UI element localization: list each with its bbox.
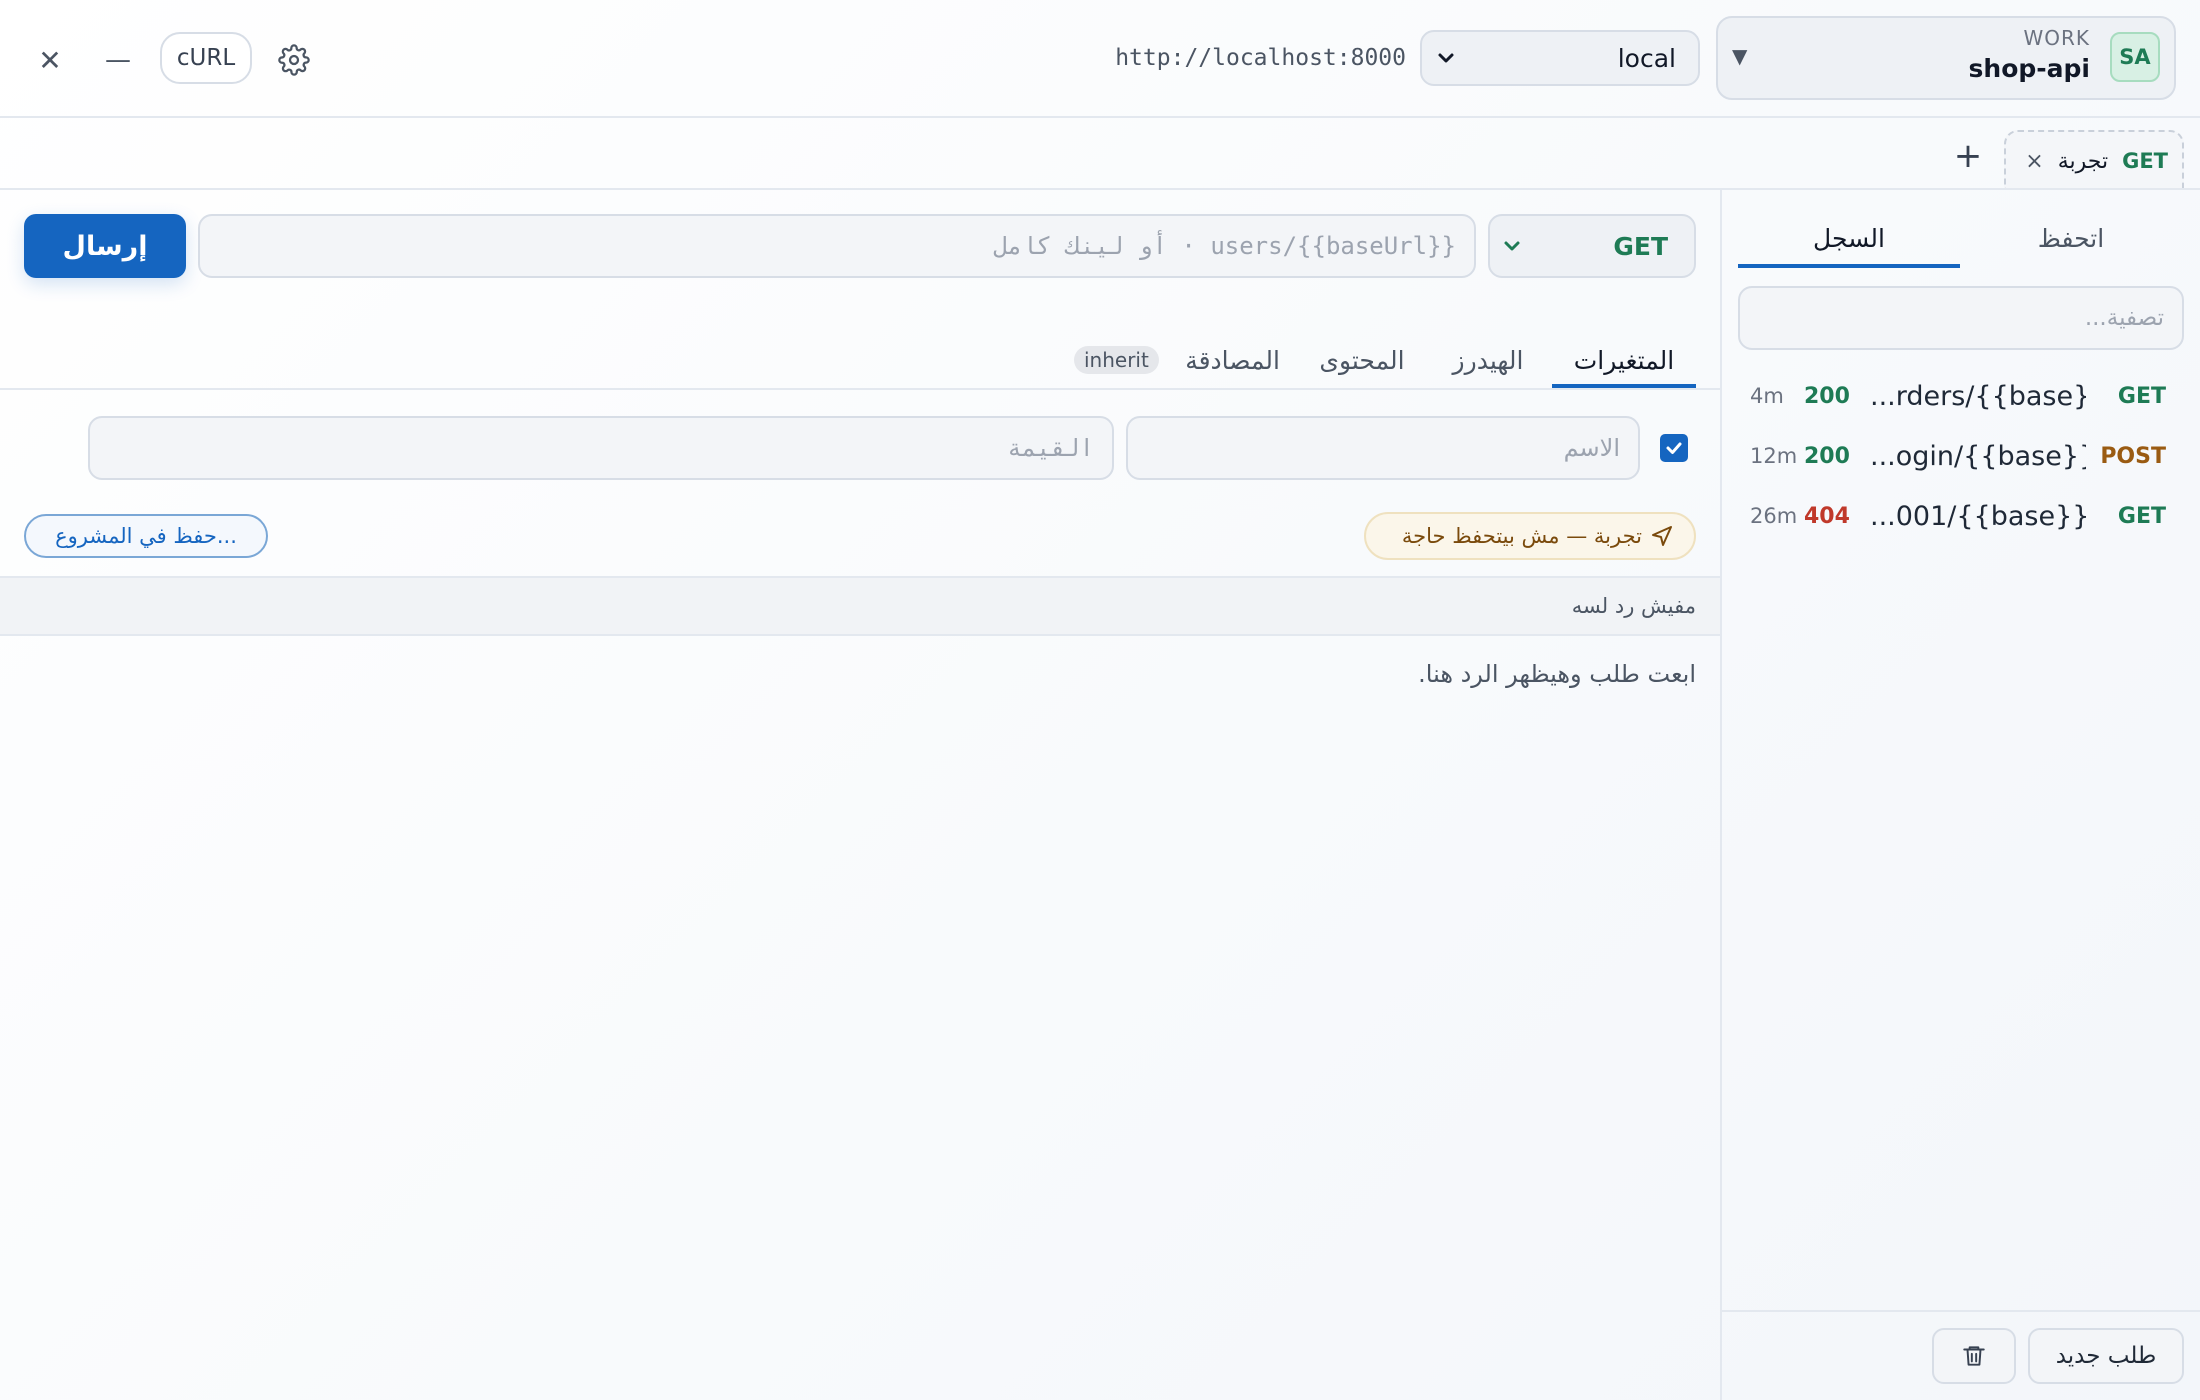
settings-button[interactable] (272, 38, 316, 82)
tab-saved[interactable]: اتحفظ (1960, 210, 2182, 266)
auth-inherit-badge: inherit (1074, 346, 1159, 374)
minimize-icon: — (105, 45, 131, 75)
history-status: 200 (1804, 383, 1850, 409)
gear-icon (278, 44, 310, 76)
request-tab-method: GET (2122, 149, 2168, 173)
draft-notice-text: تجربة — مش بيتحفظ حاجة (1401, 524, 1642, 548)
environment-select[interactable]: local (1420, 30, 1700, 86)
send-button-label: إرسال (62, 230, 148, 262)
workspace-name: shop-api (1968, 54, 2090, 83)
request-tab-name: تجربة (2057, 148, 2109, 174)
method-select[interactable]: GET (1488, 214, 1696, 278)
history-item[interactable]: GET ...rders/{{base}} 200 4m (1732, 368, 2178, 424)
history-filter-input[interactable]: تصفية... (1738, 286, 2184, 350)
workspace-caption: WORK (2023, 26, 2090, 50)
curl-button[interactable]: cURL (160, 32, 252, 84)
tab-params[interactable]: المتغيرات (1552, 332, 1696, 388)
close-window-button[interactable]: ✕ (28, 38, 72, 82)
new-tab-button[interactable]: + (1948, 134, 1988, 178)
request-tab[interactable]: GET تجربة × (2004, 130, 2184, 190)
draft-notice-badge: تجربة — مش بيتحفظ حاجة (1364, 512, 1696, 560)
send-button[interactable]: إرسال (24, 214, 186, 278)
history-item[interactable]: GET ...001/{{base}} 404 26m (1732, 488, 2178, 544)
close-tab-icon[interactable]: × (2025, 149, 2043, 174)
history-status: 200 (1804, 443, 1850, 469)
response-status-bar: مفيش رد لسه (0, 576, 1720, 636)
param-value-placeholder: القيمة (1007, 434, 1094, 462)
history-time: 26m (1750, 504, 1798, 528)
base-url-display: http://localhost:8000 (1115, 45, 1406, 71)
curl-button-label: cURL (176, 45, 236, 71)
history-time: 4m (1750, 384, 1784, 408)
new-request-label: طلب جديد (2055, 1343, 2157, 1369)
minimize-window-button[interactable]: — (96, 38, 140, 82)
send-arrow-icon (1652, 526, 1672, 546)
sidebar-footer-divider (1722, 1310, 2200, 1312)
tab-history[interactable]: السجل (1738, 210, 1960, 266)
caret-down-icon: ▼ (1732, 44, 1748, 68)
param-enabled-checkbox[interactable] (1660, 434, 1688, 462)
history-time: 12m (1750, 444, 1798, 468)
history-filter-placeholder: تصفية... (2084, 305, 2164, 331)
clear-history-button[interactable] (1932, 1328, 2016, 1384)
param-name-input[interactable]: الاسم (1126, 416, 1640, 480)
workspace-switcher[interactable]: ▼ WORK shop-api SA (1716, 16, 2176, 100)
response-status-text: مفيش رد لسه (1571, 594, 1696, 618)
tab-saved-label: اتحفظ (2037, 223, 2105, 253)
url-placeholder: {{baseUrl}}/users · أو لينك كامل (993, 232, 1456, 260)
header-divider (0, 116, 2200, 118)
chevron-down-icon (1438, 53, 1454, 63)
plus-icon: + (1953, 136, 1983, 176)
tab-headers[interactable]: الهيدرز (1446, 332, 1530, 388)
sidebar-active-tab-indicator (1738, 264, 1960, 268)
tab-body-label: المحتوى (1319, 345, 1405, 375)
avatar: SA (2110, 32, 2160, 82)
history-item[interactable]: POST ...ogin/{{base}} 200 12m (1732, 428, 2178, 484)
save-to-project-button[interactable]: حفظ في المشروع... (24, 514, 268, 558)
history-url: ...ogin/{{base}} (1870, 440, 2086, 472)
tab-history-label: السجل (1813, 223, 1885, 253)
trash-icon (1963, 1346, 1985, 1366)
tab-auth[interactable]: inherit المصادقة (1074, 332, 1280, 388)
history-status: 404 (1804, 503, 1850, 529)
param-name-placeholder: الاسم (1563, 434, 1620, 462)
environment-value: local (1617, 43, 1676, 73)
request-tabs-divider (0, 388, 1720, 390)
history-url: ...rders/{{base}} (1870, 380, 2086, 412)
history-method: GET (2117, 383, 2166, 409)
check-icon (1666, 442, 1682, 454)
url-input[interactable]: {{baseUrl}}/users · أو لينك كامل (198, 214, 1476, 278)
new-request-button[interactable]: طلب جديد (2028, 1328, 2184, 1384)
tab-headers-label: الهيدرز (1452, 345, 1524, 375)
history-url: ...001/{{base}} (1870, 500, 2086, 532)
save-to-project-label: حفظ في المشروع... (55, 524, 237, 548)
history-method: GET (2117, 503, 2166, 529)
method-value: GET (1613, 231, 1668, 261)
close-icon: ✕ (38, 43, 62, 77)
chevron-down-icon (1504, 241, 1520, 251)
tab-auth-label: المصادقة (1185, 345, 1280, 375)
response-empty-hint: ابعت طلب وهيظهر الرد هنا. (1418, 660, 1696, 688)
tab-body[interactable]: المحتوى (1312, 332, 1412, 388)
tabs-divider (0, 188, 2200, 190)
tab-params-label: المتغيرات (1573, 345, 1675, 375)
history-method: POST (2100, 443, 2166, 469)
sidebar-divider (1720, 188, 1722, 1400)
param-value-input[interactable]: القيمة (88, 416, 1114, 480)
